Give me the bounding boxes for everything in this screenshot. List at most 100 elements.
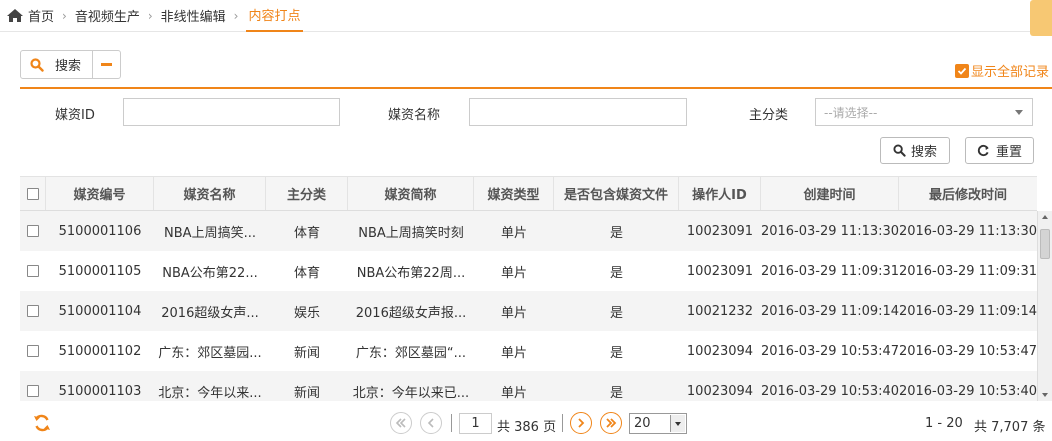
column-header[interactable]: 媒资编号: [46, 177, 154, 210]
cell-created-time: 2016-03-29 10:53:47: [761, 343, 899, 359]
collapse-button[interactable]: [93, 63, 120, 66]
scroll-up-icon[interactable]: [1042, 215, 1048, 219]
total-records-text: 共 7,707 条: [974, 420, 1046, 435]
search-icon: [30, 57, 44, 72]
minus-icon: [101, 63, 112, 66]
cell-created-time: 2016-03-29 11:09:31: [761, 263, 899, 279]
row-checkbox-cell: [20, 331, 46, 371]
table-row[interactable]: 5100001102 广东：郊区墓园... 新闻 广东：郊区墓园“... 单片 …: [20, 331, 1037, 371]
last-page-button[interactable]: [600, 412, 622, 434]
cell-modified-time: 2016-03-29 11:09:31: [899, 263, 1037, 279]
cell-category: 娱乐: [293, 305, 320, 321]
cell-short-name: 2016超级女声报...: [355, 305, 467, 321]
checkbox-checked-icon[interactable]: [955, 63, 969, 78]
cell-media-type: 单片: [500, 385, 527, 401]
row-checkbox[interactable]: [27, 225, 39, 237]
show-all-records-toggle[interactable]: 显示全部记录: [955, 61, 1049, 80]
media-id-input[interactable]: [123, 98, 340, 126]
scrollbar-thumb[interactable]: [1040, 229, 1050, 259]
breadcrumb: 首页 › 音视频生产 › 非线性编辑 › 内容打点: [0, 0, 1052, 32]
column-header[interactable]: 媒资简称: [348, 177, 474, 210]
breadcrumb-item-content-marking[interactable]: 内容打点: [246, 0, 303, 32]
breadcrumb-item-nonlinear-edit[interactable]: 非线性编辑: [161, 0, 226, 32]
table-row[interactable]: 5100001106 NBA上周搞笑... 体育 NBA上周搞笑时刻 单片 是 …: [20, 211, 1037, 251]
double-chevron-right-icon: [606, 418, 617, 428]
cell-has-file: 是: [609, 225, 623, 241]
cell-has-file: 是: [609, 265, 623, 281]
cell-created-time: 2016-03-29 10:53:40: [761, 383, 899, 399]
column-header[interactable]: 媒资类型: [474, 177, 554, 210]
breadcrumb-label: 非线性编辑: [160, 10, 226, 25]
cell-modified-time: 2016-03-29 10:53:47: [899, 343, 1037, 359]
cell-category: 体育: [293, 225, 320, 241]
toolbar-search-button[interactable]: 搜索: [21, 51, 93, 78]
cell-operator-id: 10021232: [686, 303, 754, 319]
cell-has-file: 是: [609, 305, 623, 321]
table-header: 媒资编号 媒资名称 主分类 媒资简称 媒资类型 是否包含媒资文件 操作人ID 创…: [20, 176, 1037, 211]
first-page-button[interactable]: [390, 412, 412, 434]
cell-modified-time: 2016-03-29 11:13:30: [899, 223, 1037, 239]
cell-media-name: 广东：郊区墓园...: [158, 345, 262, 361]
category-select[interactable]: --请选择--: [815, 98, 1033, 126]
caret-down-icon: [670, 415, 685, 432]
refresh-icon: [977, 144, 989, 157]
select-all-checkbox[interactable]: [26, 187, 39, 200]
scroll-down-icon[interactable]: [1042, 393, 1048, 397]
cell-media-no: 5100001102: [58, 343, 142, 359]
column-header[interactable]: 操作人ID: [679, 177, 761, 210]
cell-created-time: 2016-03-29 11:13:30: [761, 223, 899, 239]
next-page-button[interactable]: [570, 412, 592, 434]
breadcrumb-home-label: 首页: [28, 10, 55, 25]
refresh-icon[interactable]: [32, 413, 52, 433]
pagination-bar: 1 共 386 页 20 1 - 20 共 7,707 条: [0, 403, 1052, 441]
cell-media-name: 2016超级女声...: [161, 305, 259, 321]
cell-has-file: 是: [609, 385, 623, 401]
media-id-label: 媒资ID: [55, 108, 95, 123]
breadcrumb-label: 音视频生产: [74, 10, 140, 25]
cell-media-type: 单片: [500, 345, 527, 361]
breadcrumb-label: 内容打点: [248, 9, 301, 24]
cell-media-type: 单片: [500, 305, 527, 321]
page-size-value: 20: [634, 416, 651, 431]
cell-media-name: NBA公布第22...: [162, 265, 258, 281]
toolbar-search-label: 搜索: [55, 59, 82, 74]
page-number-input[interactable]: 1: [459, 413, 492, 434]
cell-media-no: 5100001104: [58, 303, 142, 319]
column-header[interactable]: 是否包含媒资文件: [554, 177, 679, 210]
page-size-select[interactable]: 20: [629, 413, 687, 434]
column-header[interactable]: 媒资名称: [154, 177, 266, 210]
column-header[interactable]: 主分类: [266, 177, 348, 210]
cell-category: 新闻: [293, 345, 320, 361]
reset-button[interactable]: 重置: [965, 137, 1034, 164]
select-all-cell: [20, 177, 46, 210]
cell-media-type: 单片: [500, 225, 527, 241]
search-button[interactable]: 搜索: [880, 137, 950, 164]
prev-page-button[interactable]: [420, 412, 442, 434]
row-checkbox-cell: [20, 371, 46, 401]
side-panel-tab[interactable]: [1030, 0, 1052, 36]
breadcrumb-item-av-production[interactable]: 音视频生产: [75, 0, 140, 32]
media-name-input[interactable]: [469, 98, 687, 126]
table-body: 5100001106 NBA上周搞笑... 体育 NBA上周搞笑时刻 单片 是 …: [20, 211, 1037, 401]
chevron-left-icon: [427, 418, 434, 428]
column-header[interactable]: 创建时间: [761, 177, 899, 210]
media-name-label: 媒资名称: [388, 108, 441, 123]
search-button-label: 搜索: [910, 145, 937, 160]
row-checkbox[interactable]: [27, 385, 39, 397]
search-icon: [893, 144, 906, 157]
table-row[interactable]: 5100001104 2016超级女声... 娱乐 2016超级女声报... 单…: [20, 291, 1037, 331]
table-row[interactable]: 5100001105 NBA公布第22... 体育 NBA公布第22周... 单…: [20, 251, 1037, 291]
cell-media-no: 5100001105: [58, 263, 142, 279]
cell-short-name: NBA公布第22周...: [356, 265, 466, 281]
chevron-right-icon: [578, 418, 585, 428]
row-checkbox[interactable]: [27, 265, 39, 277]
cell-operator-id: 10023091: [686, 223, 754, 239]
column-header[interactable]: 最后修改时间: [899, 177, 1037, 210]
row-checkbox[interactable]: [27, 345, 39, 357]
table-row[interactable]: 5100001103 北京：今年以来... 新闻 北京：今年以来已... 单片 …: [20, 371, 1037, 401]
breadcrumb-home[interactable]: 首页: [6, 0, 54, 32]
row-checkbox-cell: [20, 211, 46, 251]
row-checkbox[interactable]: [27, 305, 39, 317]
category-label: 主分类: [749, 108, 789, 123]
table-scrollbar[interactable]: [1037, 211, 1052, 401]
